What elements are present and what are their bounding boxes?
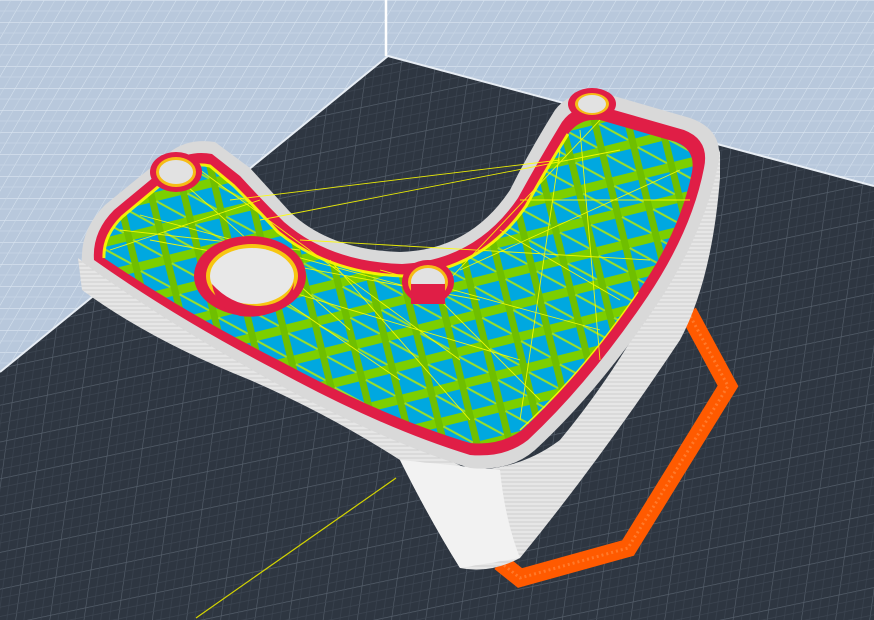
scene-canvas[interactable] [0,0,874,620]
hole-small-center [402,260,454,304]
3d-viewport[interactable] [0,0,874,620]
hole-small-left [150,152,202,192]
hole-small-right [568,88,616,120]
